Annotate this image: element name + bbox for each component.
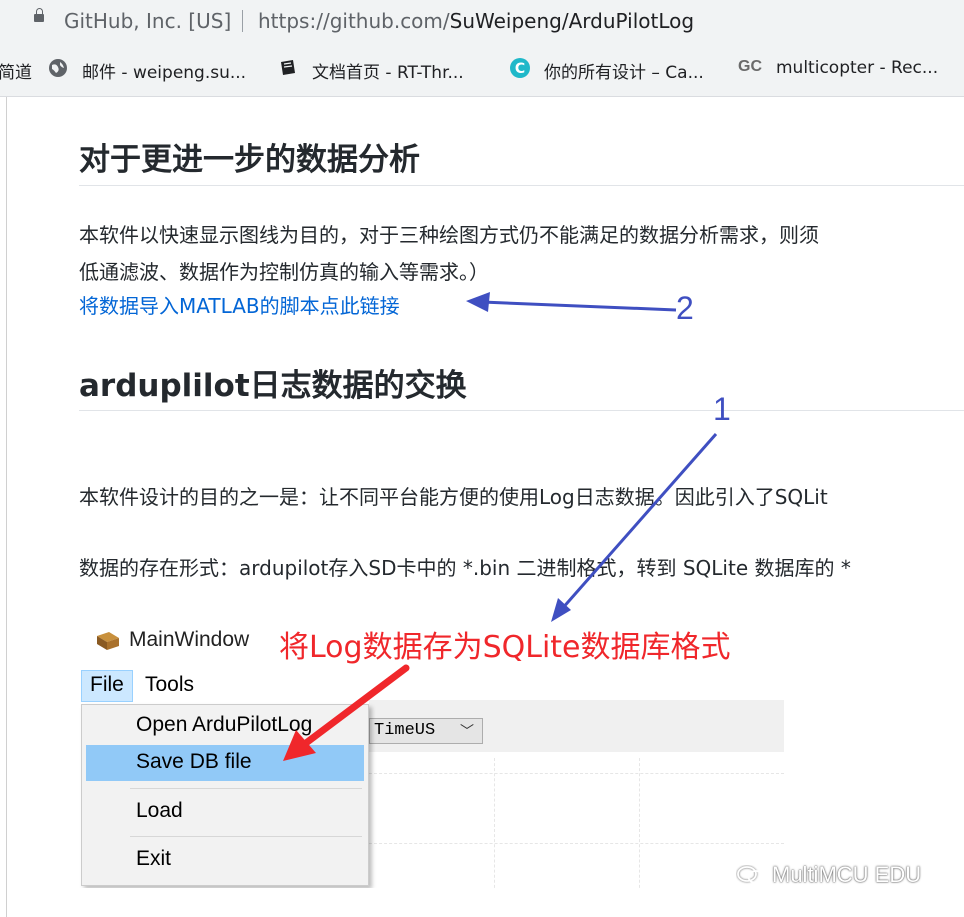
watermark: MultiMCU EDU [736, 862, 921, 888]
address-separator [242, 10, 243, 32]
book-icon [281, 60, 295, 75]
page-left-border [6, 97, 7, 917]
heading-log-exchange: arduplilot日志数据的交换 [79, 368, 467, 404]
file-dropdown-menu: Open ArduPilotLog Save DB file Load Exit [81, 704, 369, 886]
paragraph-purpose: 本软件设计的目的之一是：让不同平台能方便的使用Log日志数据。因此引入了SQLi… [79, 485, 828, 509]
plot-gridline [639, 758, 641, 888]
menu-item-exit[interactable]: Exit [136, 847, 171, 871]
heading-divider [79, 410, 964, 411]
bookmark-item-1[interactable]: 邮件 - weipeng.su... [82, 58, 246, 83]
site-identity[interactable]: GitHub, Inc. [US] [64, 9, 231, 33]
bookmarks-bar: 简道 邮件 - weipeng.su... 文档首页 - RT-Thr... C… [0, 44, 964, 97]
app-window-icon [97, 632, 119, 650]
wechat-icon [737, 866, 765, 884]
address-bar[interactable]: GitHub, Inc. [US] https://github.com/SuW… [0, 0, 964, 44]
lock-icon[interactable] [34, 8, 44, 22]
paragraph-line: 本软件以快速显示图线为目的，对于三种绘图方式仍不能满足的数据分析需求，则须 [79, 223, 819, 247]
menu-file[interactable]: File [81, 670, 133, 702]
plot-gridline [369, 843, 784, 845]
annotation-number-1: 1 [713, 391, 731, 427]
menu-item-open-ardupilotlog[interactable]: Open ArduPilotLog [136, 713, 312, 737]
menu-separator [130, 836, 362, 837]
app-window-title: MainWindow [129, 628, 250, 651]
plot-gridline [369, 773, 784, 775]
bookmark-item-2[interactable]: 文档首页 - RT-Thr... [312, 58, 464, 83]
url-text[interactable]: https://github.com/SuWeipeng/ArduPilotLo… [258, 9, 694, 33]
heading-divider [79, 185, 964, 186]
paragraph-line: 低通滤波、数据作为控制仿真的输入等需求。） [79, 260, 489, 284]
matlab-script-link[interactable]: 将数据导入MATLAB的脚本点此链接 [79, 290, 400, 319]
menu-tools[interactable]: Tools [145, 673, 194, 697]
plot-gridline [494, 758, 496, 888]
bookmark-item-0[interactable]: 简道 [0, 58, 32, 83]
globe-icon [49, 59, 67, 77]
annotation-number-2: 2 [676, 290, 694, 326]
menu-item-save-db-file[interactable]: Save DB file [136, 750, 252, 774]
menu-item-load[interactable]: Load [136, 799, 183, 823]
heading-data-analysis: 对于更进一步的数据分析 [79, 142, 420, 178]
bookmark-item-3[interactable]: 你的所有设计 – Ca... [544, 58, 704, 83]
field-select-combo[interactable]: TimeUS ﹀ [369, 718, 483, 744]
blue-arrow-2 [466, 292, 677, 312]
gc-icon: GC [738, 58, 762, 75]
svg-text:C: C [515, 61, 525, 77]
paragraph-data-format: 数据的存在形式：ardupilot存入SD卡中的 *.bin 二进制格式，转到 … [79, 556, 851, 580]
bookmark-item-4[interactable]: multicopter - Rec... [776, 58, 938, 78]
canva-icon: C [510, 58, 530, 78]
annotation-red-note: 将Log数据存为SQLite数据库格式 [279, 630, 731, 665]
embedded-app-screenshot: MainWindow 将Log数据存为SQLite数据库格式 File Tool… [79, 618, 784, 888]
blue-arrow-1 [551, 433, 718, 622]
menu-separator [130, 788, 362, 789]
chevron-down-icon: ﹀ [460, 725, 474, 741]
